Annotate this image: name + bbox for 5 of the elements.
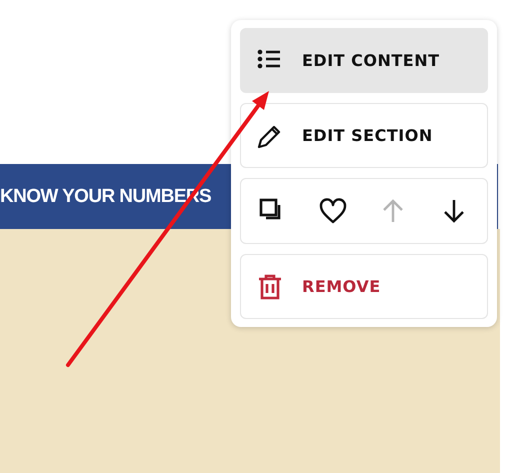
heart-icon xyxy=(318,197,347,225)
menu-item[interactable]: EDIT SECTION xyxy=(240,103,488,168)
menu-item[interactable]: REMOVE xyxy=(240,254,488,319)
trash-icon xyxy=(256,272,284,300)
menu-item[interactable]: EDIT CONTENT xyxy=(240,28,488,93)
